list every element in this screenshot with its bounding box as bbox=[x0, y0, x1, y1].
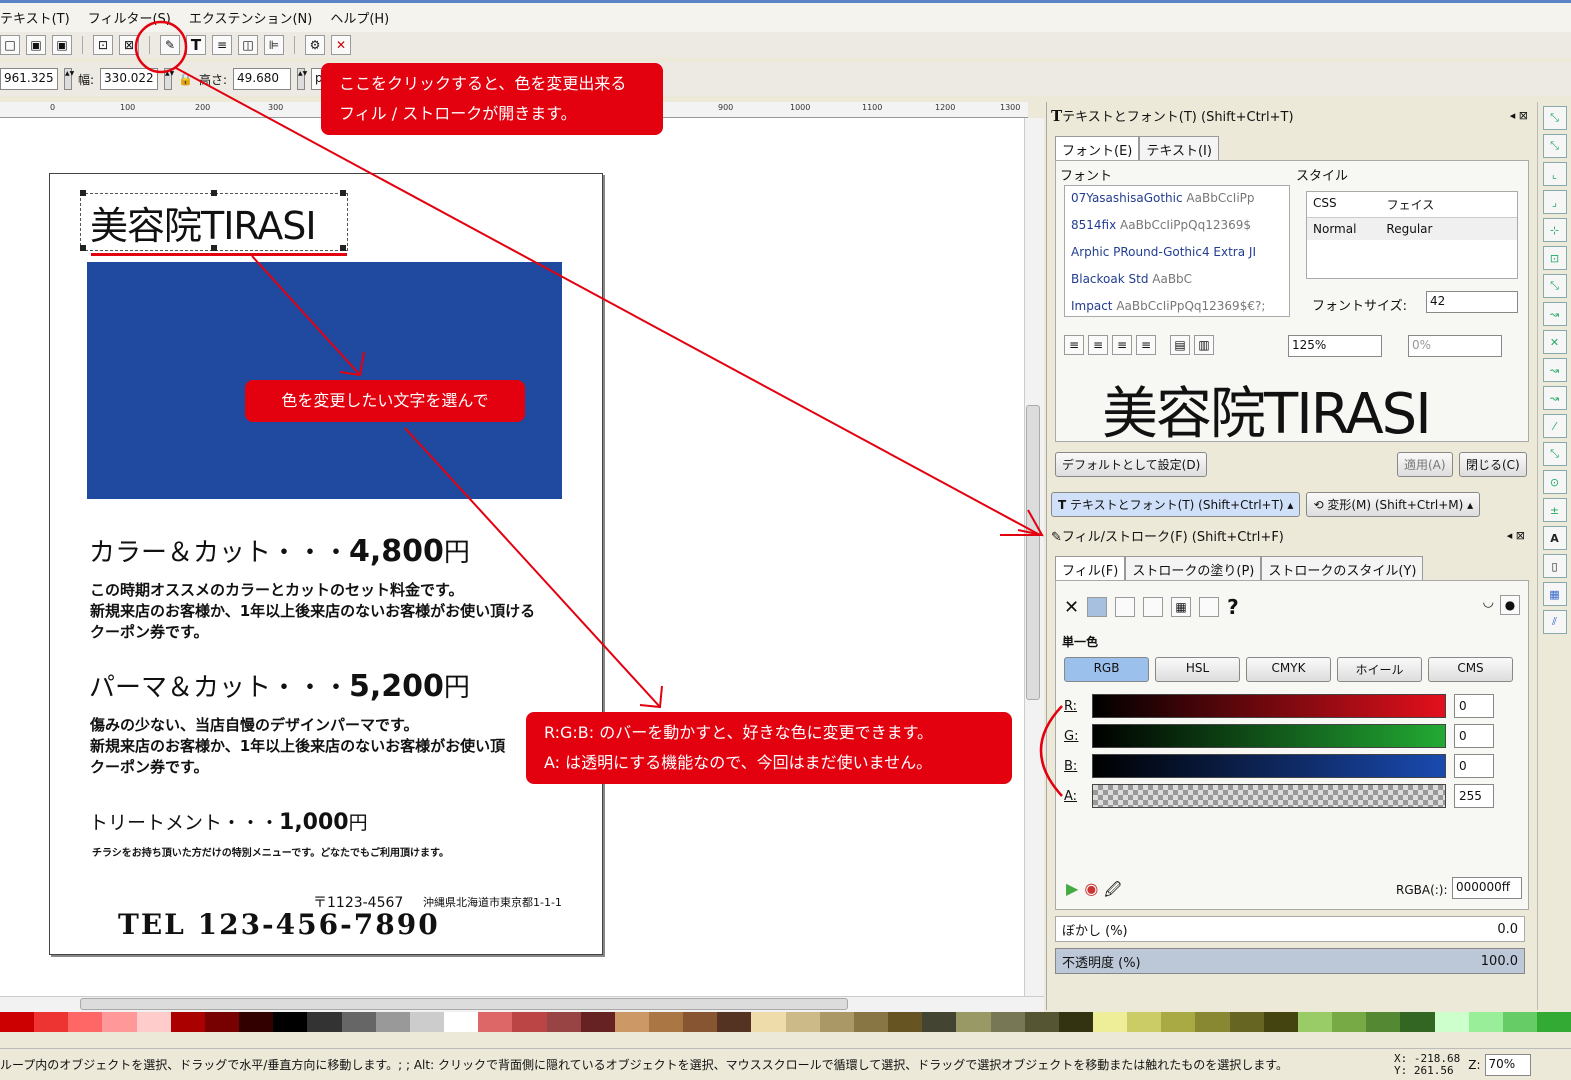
arrow-head bbox=[1017, 509, 1044, 537]
handle bbox=[340, 245, 346, 251]
bracket-arc bbox=[1039, 705, 1063, 797]
arrow-line bbox=[404, 427, 661, 708]
handle bbox=[340, 190, 346, 196]
annotation-arrows bbox=[80, 20, 1063, 797]
arrow-line bbox=[175, 67, 1041, 536]
handle bbox=[80, 190, 86, 196]
highlight-circle bbox=[134, 20, 188, 74]
arrow-line bbox=[251, 255, 361, 376]
handle bbox=[211, 190, 217, 196]
handle bbox=[80, 245, 86, 251]
handle bbox=[211, 245, 217, 251]
